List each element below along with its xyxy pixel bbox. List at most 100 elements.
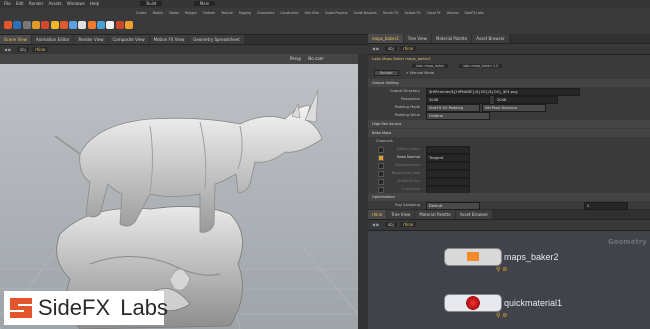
tab-composite-view[interactable]: Composite View (108, 35, 149, 44)
bake-label: Base Normal (397, 155, 420, 159)
tab-material-palette[interactable]: Material Palette (415, 210, 455, 219)
shelf-tool-icon[interactable] (106, 21, 115, 29)
menu-file[interactable]: File (4, 1, 11, 6)
menu-edit[interactable]: Edit (16, 1, 24, 6)
back-arrow-icon[interactable]: ◀ ▶ (4, 47, 11, 52)
shelf-tab[interactable]: Volume (447, 11, 459, 15)
network-tab-row: rhino Tree View Material Palette Asset Brow… (368, 210, 650, 220)
shelf-tab[interactable]: Guide Brushes (354, 11, 377, 15)
shelf-tab[interactable]: Hair Utils (304, 11, 319, 15)
tab-tree-view[interactable]: Tree View (403, 34, 431, 43)
view-label[interactable]: Persp (290, 56, 301, 61)
network-view[interactable]: rhino Tree View Material Palette Asset Brow… (368, 210, 650, 329)
manual-mode-label: Manual Mode (410, 71, 435, 75)
path-obj[interactable]: obj (384, 46, 397, 51)
sidefx-logo-icon (10, 298, 32, 318)
shelf-tab[interactable]: Deform (203, 11, 215, 15)
build-dropdown[interactable]: Build (140, 1, 163, 6)
shelf-tool-icon[interactable] (22, 21, 31, 29)
ray-sampling-value[interactable]: 2 (584, 202, 628, 210)
shelf-tab[interactable]: Characters (257, 11, 274, 15)
shelf-tab[interactable]: Modify (153, 11, 164, 15)
shelf-toolbar: Create Modify Model Polygon Deform Texture Rig… (0, 8, 650, 35)
tab-maps-baker[interactable]: maps_baker2 (368, 34, 403, 43)
bake-row: Diffuse Color (368, 145, 650, 154)
shelf-tool-icon[interactable] (69, 21, 78, 29)
shelf-tab[interactable]: Texture (221, 11, 233, 15)
shelf-tab[interactable]: Constraints (280, 11, 298, 15)
shelf-tab[interactable]: Create (136, 11, 147, 15)
menu-windows[interactable]: Windows (67, 1, 85, 6)
shelf-tab[interactable]: Cloud FX (426, 11, 440, 15)
param-label: Padding Mode (394, 105, 420, 109)
section-bake-maps[interactable]: Bake Maps (368, 129, 650, 137)
tab-render-view[interactable]: Render View (74, 35, 108, 44)
tab-motion-fx-view[interactable]: Motion FX View (149, 35, 189, 44)
shelf-tab[interactable]: Polygon (185, 11, 198, 15)
tab-material-palette[interactable]: Material Palette (431, 34, 472, 43)
path-obj[interactable]: obj (384, 222, 397, 227)
tab-animation-editor[interactable]: Animation Editor (31, 35, 74, 44)
shelf-tool-icon[interactable] (13, 21, 22, 29)
param-label: Output Directory (389, 89, 420, 93)
shelf-tool-icon[interactable] (41, 21, 50, 29)
section-channels: Channels (368, 137, 650, 145)
shelf-tab[interactable]: SideFX Labs (464, 11, 483, 15)
menu-help[interactable]: Help (90, 1, 99, 6)
menu-assets[interactable]: Assets (49, 1, 62, 6)
shelf-tool-icon[interactable] (50, 21, 59, 29)
hda-version[interactable]: labs::maps_baker::1.0 (459, 64, 503, 68)
logo-text-labs: Labs (120, 295, 168, 320)
back-arrow-icon[interactable]: ◀ ▶ (372, 222, 379, 227)
section-output[interactable]: Output Setting (368, 79, 650, 87)
bake-label: Ambient Occ (396, 179, 420, 183)
shelf-tool-icon[interactable] (4, 21, 12, 29)
section-optimization[interactable]: Optimization (368, 193, 650, 201)
shelf-tool-icon[interactable] (87, 21, 96, 29)
lock-icon[interactable]: ⚲ ⊘ (496, 266, 507, 273)
render-button[interactable]: Render (374, 70, 399, 76)
shelf-tool-icon[interactable] (59, 21, 68, 29)
main-dropdown[interactable]: Main (193, 1, 216, 6)
back-arrow-icon[interactable]: ◀ ▶ (372, 46, 379, 51)
shelf-tool-icon[interactable] (31, 21, 40, 29)
tab-asset-browser[interactable]: Asset Browser (455, 210, 493, 219)
tab-network[interactable]: rhino (368, 210, 387, 219)
shelf-tab[interactable]: Model (169, 11, 179, 15)
menu-render[interactable]: Render (29, 1, 43, 6)
path-object[interactable]: rhino (32, 47, 49, 52)
maps-baker-icon (467, 252, 479, 261)
path-object[interactable]: rhino (400, 222, 417, 227)
shelf-tabs: Create Modify Model Polygon Deform Texture Rig… (136, 10, 650, 16)
param-label: Resolution (401, 97, 420, 101)
hda-type[interactable]: labs::maps_baker (412, 64, 448, 68)
padding-value-dropdown[interactable]: Uniform (426, 112, 490, 120)
shelf-tab[interactable]: Terrain FX (383, 11, 399, 15)
tab-asset-browser[interactable]: Asset Browser (472, 34, 509, 43)
scene-viewport[interactable]: Persp No cam (0, 54, 358, 329)
shelf-tool-icon[interactable] (124, 21, 133, 29)
shelf-tab[interactable]: Simple FX (405, 11, 421, 15)
ray-sampling-dropdown[interactable]: Default (426, 202, 480, 210)
shelf-tool-icon[interactable] (78, 21, 87, 29)
node-quickmaterial[interactable] (444, 294, 502, 312)
tab-geometry-spreadsheet[interactable]: Geometry Spreadsheet (189, 35, 244, 44)
section-output-label: Output Setting (372, 81, 399, 85)
section-high-res[interactable]: High Res Source (368, 120, 650, 128)
tab-scene-view[interactable]: Scene View (0, 35, 31, 44)
shelf-tab[interactable]: Rigging (239, 11, 251, 15)
param-row: Padding Mode SideFX UV Padding Set Pixel D… (368, 103, 650, 112)
bake-label: Diffuse Color (396, 147, 420, 151)
shelf-tool-icon[interactable] (115, 21, 124, 29)
shelf-tool-icon[interactable] (97, 21, 105, 29)
lock-icon[interactable]: ⚲ ⊘ (496, 312, 507, 319)
path-object[interactable]: rhino (400, 46, 417, 51)
manual-mode-checkbox[interactable]: ✔ Manual Mode (406, 71, 434, 75)
shelf-tab[interactable]: Guide Process (325, 11, 347, 15)
path-obj[interactable]: obj (16, 47, 29, 52)
logo-text-sidefx: SideFX (38, 295, 111, 320)
cam-label[interactable]: No cam (308, 56, 323, 61)
bake-row: Base Normal Tangent (368, 153, 650, 162)
tab-tree-view[interactable]: Tree View (387, 210, 415, 219)
node-maps-baker[interactable] (444, 248, 502, 266)
